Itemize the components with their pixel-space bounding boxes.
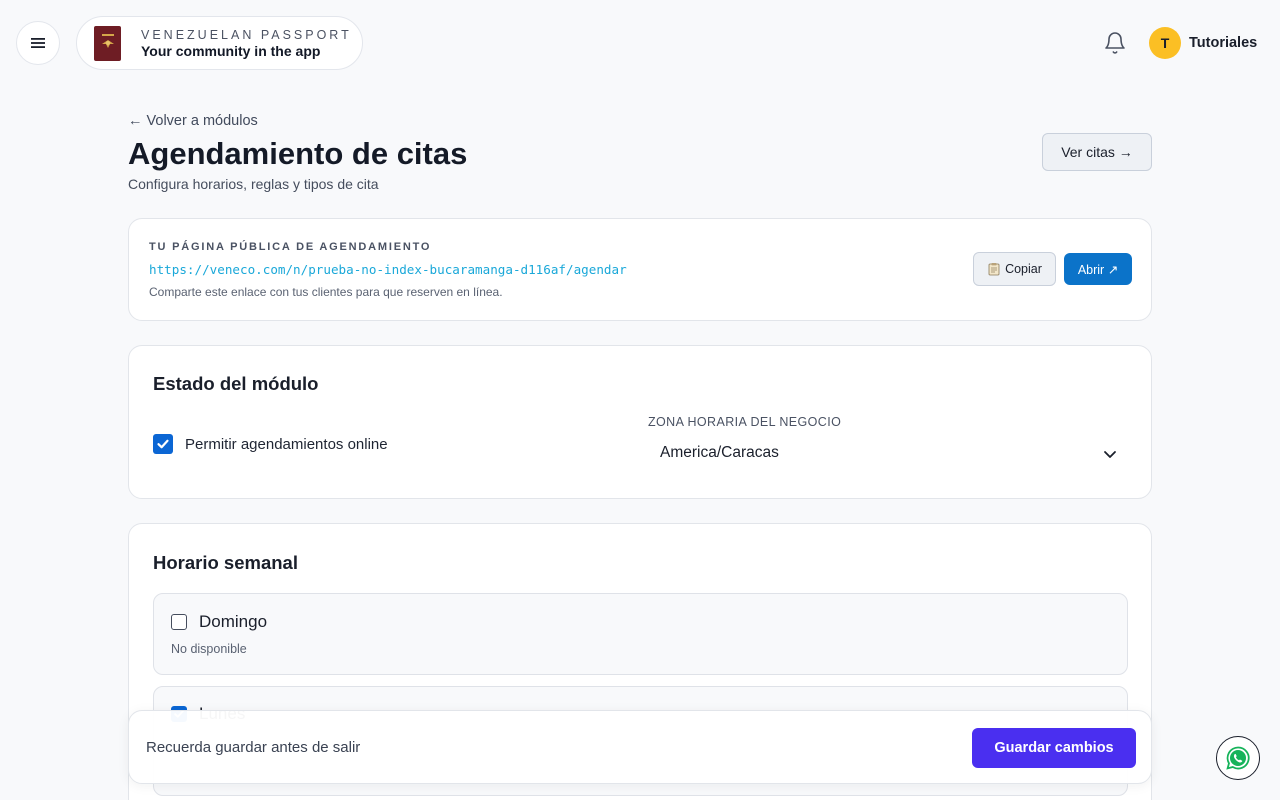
view-appointments-button[interactable]: Ver citas → [1042, 133, 1152, 171]
public-page-note: Comparte este enlace con tus clientes pa… [149, 285, 503, 299]
allow-online-checkbox[interactable] [153, 434, 173, 454]
status-section-title: Estado del módulo [153, 373, 319, 394]
eagle-emblem-icon [101, 34, 114, 48]
weekly-section-title: Horario semanal [153, 552, 298, 573]
brand-subtitle: VENEZUELAN PASSPORT [141, 27, 352, 42]
day-name[interactable]: Domingo [199, 612, 267, 632]
timezone-select[interactable]: America/Caracas [648, 436, 1128, 472]
public-page-card: TU PÁGINA PÚBLICA DE AGENDAMIENTO https:… [128, 218, 1152, 321]
brand-pill[interactable]: VENEZUELAN PASSPORT Your community in th… [76, 16, 363, 70]
open-link-button[interactable]: Abrir ↗ [1064, 253, 1132, 285]
day-status: No disponible [171, 642, 247, 656]
hamburger-menu-icon [31, 38, 45, 48]
checkmark-icon [157, 439, 169, 449]
copy-label: Copiar [1005, 262, 1042, 276]
user-menu[interactable]: T Tutoriales [1149, 27, 1257, 59]
menu-button[interactable] [16, 21, 60, 65]
whatsapp-button[interactable] [1216, 736, 1260, 780]
day-sunday-checkbox[interactable] [171, 614, 187, 630]
module-status-card: Estado del módulo Permitir agendamientos… [128, 345, 1152, 499]
clipboard-icon [988, 263, 1000, 276]
timezone-label: ZONA HORARIA DEL NEGOCIO [648, 415, 842, 429]
day-row-sunday: Domingo No disponible [153, 593, 1128, 675]
save-reminder: Recuerda guardar antes de salir [146, 739, 361, 756]
timezone-value: America/Caracas [660, 444, 779, 461]
whatsapp-icon [1226, 746, 1250, 770]
bell-icon [1105, 32, 1125, 54]
top-header: VENEZUELAN PASSPORT Your community in th… [0, 0, 1280, 86]
copy-link-button[interactable]: Copiar [973, 252, 1056, 286]
brand-title: Your community in the app [141, 42, 321, 59]
avatar: T [1149, 27, 1181, 59]
public-page-url[interactable]: https://veneco.com/n/prueba-no-index-buc… [149, 262, 627, 277]
save-changes-button[interactable]: Guardar cambios [972, 728, 1136, 768]
allow-online-label[interactable]: Permitir agendamientos online [185, 436, 388, 453]
chevron-down-icon [1104, 451, 1116, 458]
notifications-button[interactable] [1103, 31, 1127, 55]
passport-logo [94, 25, 121, 61]
public-page-label: TU PÁGINA PÚBLICA DE AGENDAMIENTO [149, 241, 432, 253]
back-to-modules-link[interactable]: ← Volver a módulos [128, 113, 258, 129]
save-bar: Recuerda guardar antes de salir Guardar … [128, 710, 1152, 784]
page-subtitle: Configura horarios, reglas y tipos de ci… [128, 176, 379, 192]
page-title: Agendamiento de citas [128, 136, 468, 171]
user-name: Tutoriales [1189, 35, 1258, 51]
